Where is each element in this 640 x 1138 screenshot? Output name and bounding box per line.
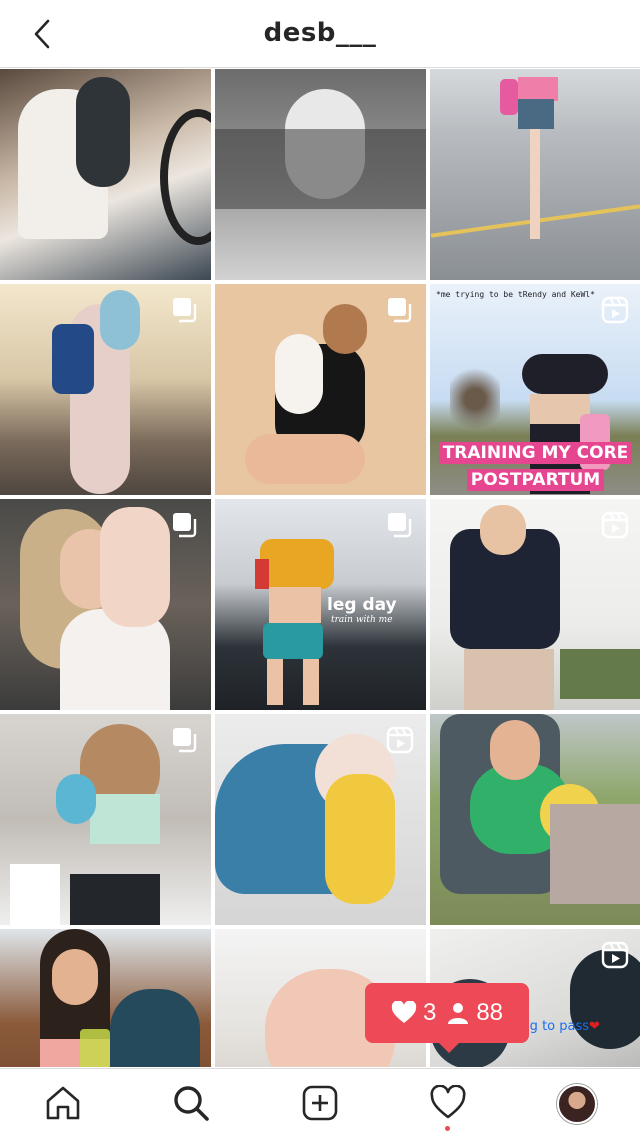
- post-tile[interactable]: [0, 929, 211, 1067]
- nav-home-button[interactable]: [43, 1083, 83, 1123]
- profile-username-title: desb___: [263, 18, 377, 48]
- followers-count: 88: [476, 999, 504, 1026]
- reels-icon: [601, 296, 629, 324]
- new-post-icon: [302, 1085, 338, 1121]
- post-tile[interactable]: *me trying to be tRendy and KeWl* TRAINI…: [430, 284, 640, 495]
- home-icon: [46, 1086, 80, 1120]
- nav-profile-avatar[interactable]: [557, 1084, 597, 1124]
- carousel-icon: [173, 513, 197, 538]
- likes-count-group: 3: [391, 999, 436, 1027]
- post-tile[interactable]: [215, 714, 426, 925]
- post-tile[interactable]: [0, 69, 211, 280]
- post-grid: *me trying to be tRendy and KeWl* TRAINI…: [0, 69, 640, 1067]
- nav-new-post-button[interactable]: [300, 1083, 340, 1123]
- heart-outline-icon: [430, 1085, 466, 1119]
- likes-count: 3: [422, 999, 437, 1026]
- header: desb___: [0, 0, 640, 68]
- carousel-icon: [173, 298, 197, 323]
- post-tile[interactable]: [0, 499, 211, 710]
- post-tile[interactable]: [430, 714, 640, 925]
- reels-icon: [601, 511, 629, 539]
- post-overlay-title-line2: POSTPARTUM: [430, 467, 640, 493]
- person-icon: [448, 1003, 469, 1024]
- post-tile[interactable]: [215, 69, 426, 280]
- reels-icon: [601, 941, 629, 969]
- nav-activity-button[interactable]: [428, 1083, 468, 1123]
- post-overlay-subtitle: train with me: [331, 615, 393, 625]
- post-tile[interactable]: [0, 284, 211, 495]
- bottom-navigation-bar: [0, 1068, 640, 1138]
- post-tile[interactable]: leg day train with me: [215, 499, 426, 710]
- nav-search-button[interactable]: [171, 1083, 211, 1123]
- carousel-icon: [388, 298, 412, 323]
- post-caption-text: *me trying to be tRendy and KeWl*: [436, 290, 595, 299]
- carousel-icon: [388, 513, 412, 538]
- post-tile[interactable]: [430, 499, 640, 710]
- heart-filled-icon: [391, 1001, 417, 1023]
- post-tile[interactable]: [215, 284, 426, 495]
- reels-icon: [386, 726, 414, 754]
- post-overlay-title: leg day: [327, 595, 397, 615]
- activity-notification-bubble[interactable]: 3 88: [365, 983, 529, 1053]
- search-icon: [174, 1086, 209, 1121]
- post-tile[interactable]: [430, 69, 640, 280]
- carousel-icon: [173, 728, 197, 753]
- post-tile[interactable]: [0, 714, 211, 925]
- post-overlay-title-line1: TRAINING MY CORE: [430, 440, 640, 466]
- followers-count-group: 88: [446, 999, 503, 1027]
- activity-notification-dot: [445, 1126, 450, 1131]
